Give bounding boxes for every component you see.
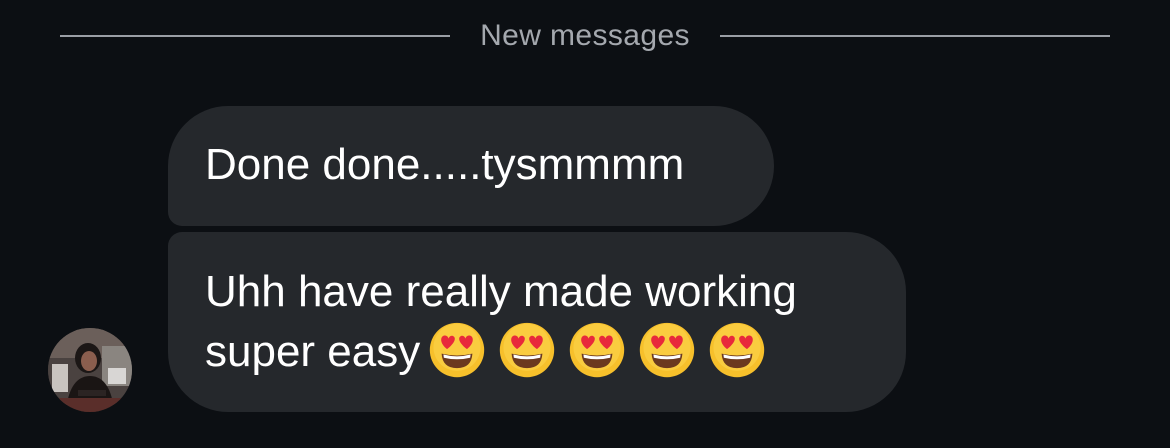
new-messages-divider: New messages: [60, 14, 1111, 58]
message-text: Uhh have really made working: [205, 267, 797, 316]
heart-eyes-icon: [498, 321, 556, 379]
message-bubble[interactable]: Done done.....tysmmmm: [168, 106, 774, 226]
divider-line-left: [60, 35, 451, 37]
message-text: Done done.....tysmmmm: [205, 140, 685, 189]
new-messages-label: New messages: [480, 19, 690, 52]
heart-eyes-icon: [638, 321, 696, 379]
profile-photo-icon: [48, 328, 132, 412]
divider-line-right: [719, 35, 1111, 37]
message-text: super easy: [205, 327, 421, 376]
avatar[interactable]: [48, 328, 132, 412]
heart-eyes-icon: [428, 321, 486, 379]
emoji-group: [428, 321, 766, 379]
heart-eyes-icon: [568, 321, 626, 379]
chat-screen: New messages Done done.....tysmmmm Uhh h…: [0, 0, 1170, 448]
message-text-line-2: super easy: [205, 322, 906, 383]
message-bubble[interactable]: Uhh have really made working super easy: [168, 232, 906, 412]
heart-eyes-icon: [708, 321, 766, 379]
